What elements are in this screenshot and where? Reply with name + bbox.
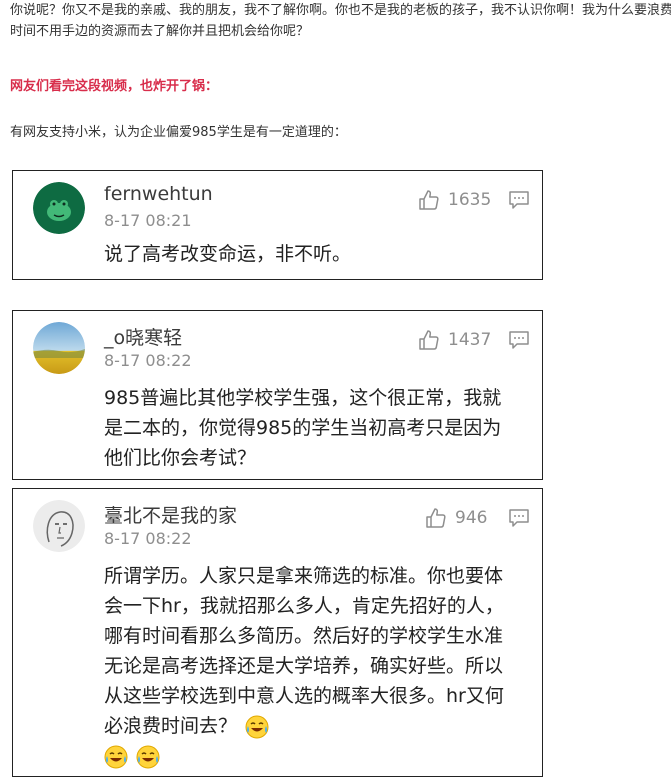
crying-laughing-emoji-icon: [104, 745, 128, 768]
comment-text: 说了高考改变命运，非不听。: [104, 243, 352, 265]
comment-card: 臺北不是我的家 8-17 08:22 946 所谓学历。人家只是拿来筛选的标准。…: [12, 488, 543, 777]
like-button[interactable]: 1437: [418, 329, 491, 351]
comment-text-container: 所谓学历。人家只是拿来筛选的标准。你也要体会一下hr，我就招那么多人，肯定先招好…: [104, 561, 514, 771]
comment-username[interactable]: 臺北不是我的家: [104, 501, 237, 528]
thumbs-up-icon: [419, 190, 439, 210]
comment-time: 8-17 08:22: [104, 351, 192, 370]
comment-text: 所谓学历。人家只是拿来筛选的标准。你也要体会一下hr，我就招那么多人，肯定先招好…: [104, 565, 504, 737]
article-intro-text: 你说呢？你又不是我的亲戚、我的朋友，我不了解你啊。你也不是我的老板的孩子，我不认…: [10, 3, 671, 39]
comment-username[interactable]: fernwehtun: [104, 183, 213, 205]
avatar[interactable]: [33, 500, 85, 552]
like-count: 1635: [448, 190, 492, 210]
comment-time: 8-17 08:21: [104, 211, 192, 230]
comment-icon[interactable]: [509, 509, 529, 527]
comment-icon[interactable]: [509, 191, 529, 209]
comment-card: fernwehtun 8-17 08:21 1635 说了高考改变命运，非不听。: [12, 170, 543, 280]
article-headline: 网友们看完这段视频，也炸开了锅：: [10, 79, 219, 94]
avatar[interactable]: [33, 182, 85, 234]
comment-time: 8-17 08:22: [104, 529, 192, 548]
comment-text: 985普遍比其他学校学生强，这个很正常，我就是二本的，你觉得985的学生当初高考…: [104, 387, 502, 469]
comment-icon[interactable]: [509, 331, 529, 349]
like-count: 1437: [448, 330, 492, 350]
comment-username[interactable]: _o晓寒轻: [104, 323, 182, 350]
avatar[interactable]: [33, 322, 85, 374]
crying-laughing-emoji-icon: [245, 715, 269, 738]
article-support-text: 有网友支持小米，认为企业偏爱985学生是有一定道理的：: [10, 125, 347, 140]
thumbs-up-icon: [419, 330, 439, 350]
like-button[interactable]: 1635: [418, 189, 491, 211]
like-count: 946: [455, 508, 488, 528]
crying-laughing-emoji-icon: [136, 745, 160, 768]
thumbs-up-icon: [426, 508, 446, 528]
article-page: 你说呢？你又不是我的亲戚、我的朋友，我不了解你啊。你也不是我的老板的孩子，我不认…: [0, 0, 671, 777]
comment-card: _o晓寒轻 8-17 08:22 1437 985普遍比其他学校学生强，这个很正…: [12, 310, 543, 480]
like-button[interactable]: 946: [425, 507, 487, 529]
